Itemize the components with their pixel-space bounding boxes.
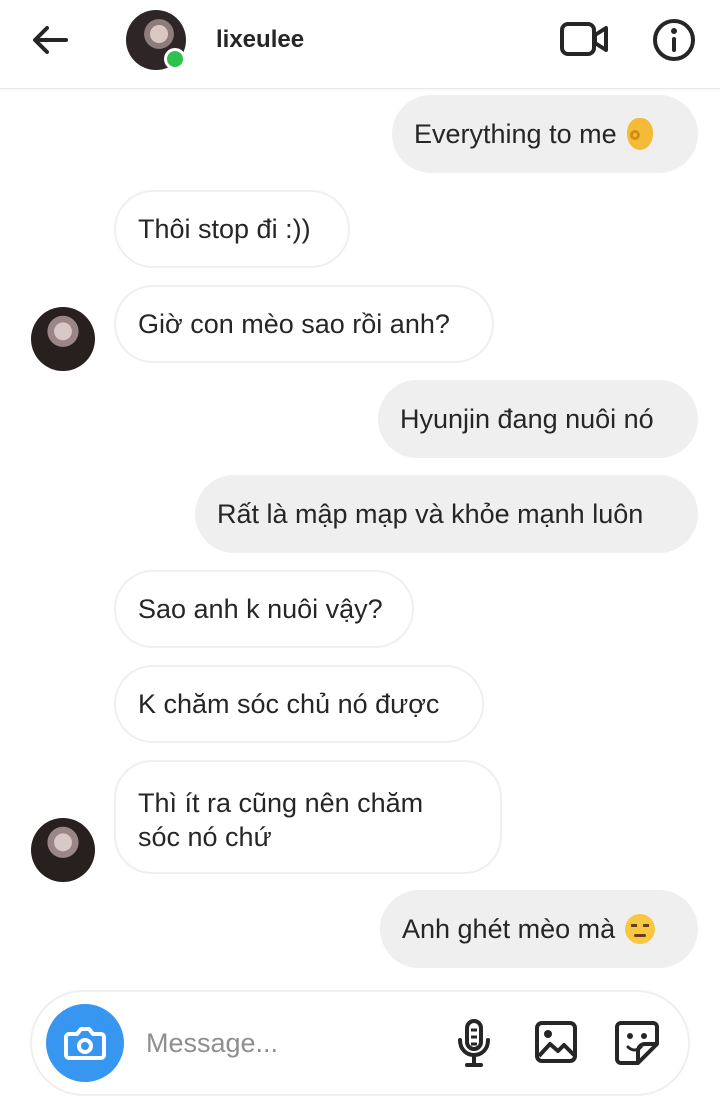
info-icon [653, 19, 695, 61]
message-text: Sao anh k nuôi vậy? [138, 594, 383, 624]
message-text: Thì ít ra cũng nên chăm sóc nó chứ [138, 788, 424, 852]
video-call-button[interactable] [556, 14, 612, 64]
message-bubble-incoming[interactable]: Giờ con mèo sao rồi anh? [114, 285, 494, 363]
sender-avatar[interactable] [31, 307, 95, 371]
back-arrow-icon [33, 26, 68, 54]
message-text: Hyunjin đang nuôi nó [400, 404, 654, 434]
message-text: Everything to me [414, 119, 617, 149]
sticker-icon [615, 1021, 659, 1065]
message-bubble-outgoing[interactable]: Rất là mập mạp và khỏe mạnh luôn [195, 475, 698, 553]
message-text: Thôi stop đi :)) [138, 214, 311, 244]
message-text: Giờ con mèo sao rồi anh? [138, 309, 450, 339]
chat-header: lixeulee [0, 0, 720, 89]
camera-icon [64, 1027, 106, 1060]
online-status-dot [164, 48, 186, 70]
voice-message-button[interactable] [450, 1017, 498, 1069]
sticker-button[interactable] [612, 1018, 662, 1068]
message-bubble-incoming[interactable]: K chăm sóc chủ nó được [114, 665, 484, 743]
message-text: K chăm sóc chủ nó được [138, 689, 440, 719]
message-bubble-incoming[interactable]: Thì ít ra cũng nên chăm sóc nó chứ [114, 760, 502, 874]
gallery-button[interactable] [532, 1018, 580, 1066]
message-bubble-outgoing[interactable]: Hyunjin đang nuôi nó [378, 380, 698, 458]
ok-hand-emoji-icon [626, 118, 653, 150]
message-bubble-outgoing[interactable]: Everything to me [392, 95, 698, 173]
sender-avatar[interactable] [31, 818, 95, 882]
camera-button[interactable] [46, 1004, 124, 1082]
message-text: Anh ghét mèo mà [402, 914, 616, 944]
back-button[interactable] [24, 18, 76, 62]
message-bubble-incoming[interactable]: Sao anh k nuôi vậy? [114, 570, 414, 648]
chat-username[interactable]: lixeulee [216, 26, 304, 54]
unamused-face-emoji-icon [625, 914, 656, 944]
info-button[interactable] [648, 14, 700, 66]
message-input[interactable] [144, 1022, 398, 1064]
message-text: Rất là mập mạp và khỏe mạnh luôn [217, 499, 644, 529]
message-bubble-incoming[interactable]: Thôi stop đi :)) [114, 190, 350, 268]
microphone-icon [458, 1019, 490, 1067]
message-composer [30, 990, 690, 1096]
video-call-icon [560, 22, 608, 56]
gallery-icon [535, 1021, 577, 1063]
message-bubble-outgoing[interactable]: Anh ghét mèo mà [380, 890, 698, 968]
